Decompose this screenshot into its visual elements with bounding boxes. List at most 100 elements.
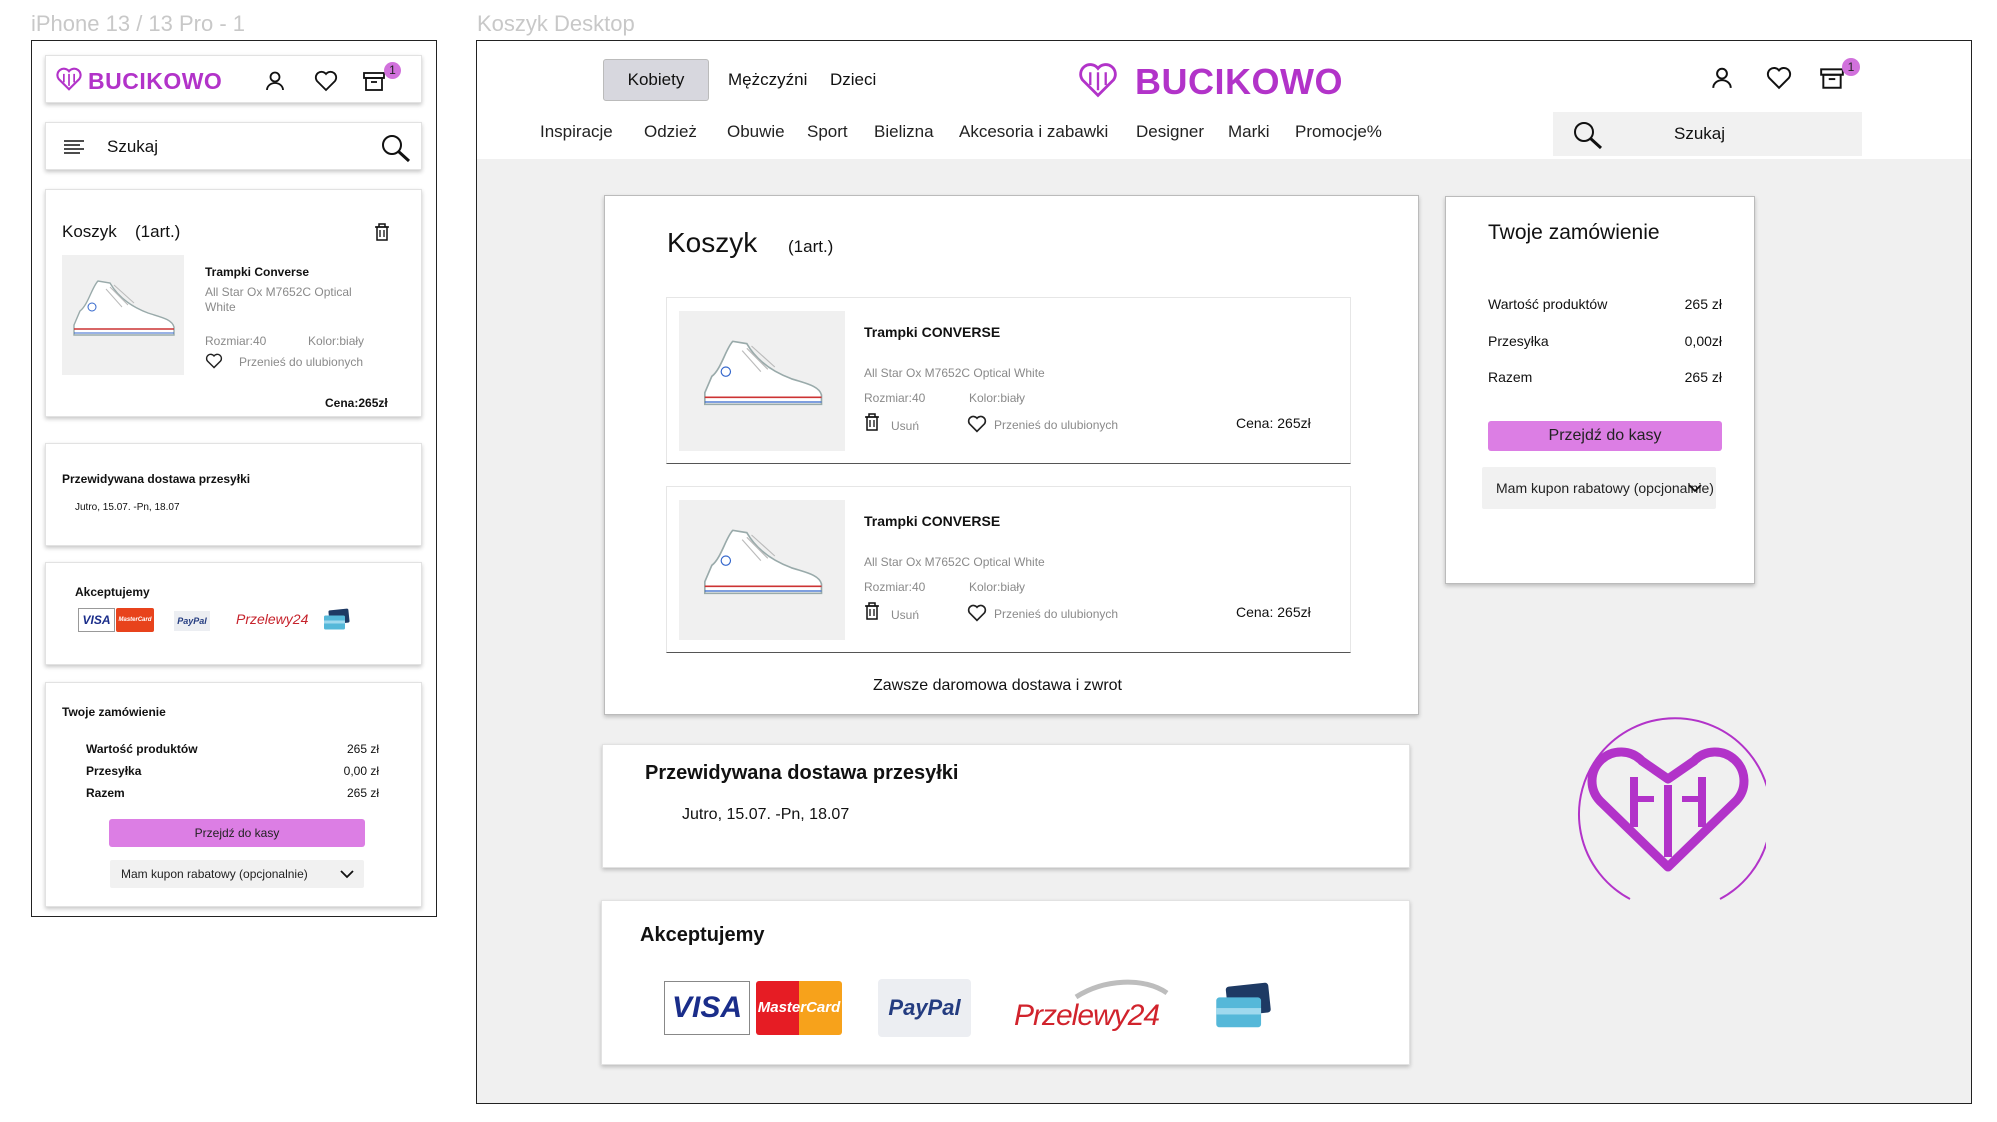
delivery-title: Przewidywana dostawa przesyłki (645, 762, 959, 784)
product-name[interactable]: Trampki CONVERSE (864, 324, 1000, 340)
tab-mezczyzni[interactable]: Mężczyźni (728, 70, 807, 90)
nav-item-akcesoria[interactable]: Akcesoria i zabawki (959, 122, 1108, 142)
mobile-search-bar[interactable]: Szukaj (45, 122, 422, 170)
desktop-delivery-card: Przewidywana dostawa przesyłki Jutro, 15… (602, 744, 1410, 868)
order-row-label: Razem (86, 786, 125, 800)
heart-icon[interactable] (967, 604, 987, 622)
order-row-value: 0,00zł (1684, 333, 1722, 349)
cart-title: Koszyk (667, 227, 758, 258)
mobile-delivery-card: Przewidywana dostawa przesyłki Jutro, 15… (45, 443, 422, 546)
product-image[interactable] (679, 311, 845, 451)
delivery-dates: Jutro, 15.07. -Pn, 18.07 (682, 806, 850, 823)
heart-icon[interactable] (314, 70, 338, 92)
product-size: Rozmiar:40 (205, 334, 267, 348)
order-row-label: Razem (1488, 369, 1533, 385)
mobile-cart-card: Koszyk (1art.) Trampki Converse All Star… (45, 189, 422, 417)
product-color: Kolor:biały (969, 580, 1026, 594)
cart-item: Trampki CONVERSE All Star Ox M7652C Opti… (666, 297, 1351, 464)
product-name[interactable]: Trampki CONVERSE (864, 513, 1000, 529)
move-to-favorites-link[interactable]: Przenieś do ulubionych (994, 607, 1118, 621)
desktop-order-card: Twoje zamówienie Wartość produktów 265 zł… (1445, 196, 1755, 584)
nav-item-marki[interactable]: Marki (1228, 122, 1270, 142)
move-to-favorites-link[interactable]: Przenieś do ulubionych (994, 418, 1118, 432)
search-icon[interactable] (380, 133, 412, 163)
sneaker-icon (73, 280, 175, 336)
delivery-title: Przewidywana dostawa przesyłki (62, 472, 251, 486)
order-row-label: Wartość produktów (86, 742, 198, 756)
order-row: Razem 265 zł (1488, 369, 1722, 385)
cart-item: Trampki CONVERSE All Star Ox M7652C Opti… (666, 486, 1351, 653)
checkout-button[interactable]: Przejdź do kasy (1488, 421, 1722, 451)
sneaker-icon (704, 529, 823, 595)
move-to-favorites-link[interactable]: Przenieś do ulubionych (239, 355, 363, 369)
nav-item-inspiracje[interactable]: Inspiracje (540, 122, 613, 142)
delivery-dates: Jutro, 15.07. -Pn, 18.07 (75, 502, 180, 513)
coupon-dropdown[interactable]: Mam kupon rabatowy (opcjonalnie) (1482, 467, 1716, 509)
nav-item-promocje[interactable]: Promocje% (1295, 122, 1382, 142)
search-placeholder[interactable]: Szukaj (107, 137, 158, 157)
przelewy24-logo: Przelewy24 (1014, 979, 1169, 1037)
trash-icon[interactable] (864, 413, 880, 431)
user-icon[interactable] (264, 70, 286, 92)
search-placeholder[interactable]: Szukaj (1674, 124, 1725, 144)
paypal-logo: PayPal (878, 979, 971, 1037)
brand-name[interactable]: BUCIKOWO (88, 68, 222, 95)
brand-name[interactable]: BUCIKOWO (1135, 61, 1343, 103)
user-icon[interactable] (1710, 66, 1734, 90)
nav-item-odziez[interactable]: Odzież (644, 122, 697, 142)
product-color: Kolor:biały (308, 334, 365, 348)
order-row: Przesyłka 0,00zł (1488, 333, 1722, 349)
product-price: Cena:265zł (325, 396, 388, 410)
nav-item-bielizna[interactable]: Bielizna (874, 122, 934, 142)
product-desc: All Star Ox M7652C Optical White (205, 285, 352, 314)
paypal-logo: PayPal (174, 611, 210, 631)
mobile-frame-label: iPhone 13 / 13 Pro - 1 (31, 11, 246, 36)
coupon-label: Mam kupon rabatowy (opcjonalnie) (1496, 480, 1714, 496)
order-row: Wartość produktów 265 zł (86, 742, 379, 756)
brand-logo-icon[interactable] (1078, 62, 1118, 98)
tab-dzieci[interactable]: Dzieci (830, 70, 876, 90)
product-price: Cena: 265zł (1236, 415, 1311, 431)
visa-logo: VISA (664, 981, 750, 1035)
order-row: Wartość produktów 265 zł (1488, 296, 1722, 312)
checkout-button[interactable]: Przejdź do kasy (109, 819, 365, 847)
heart-icon[interactable] (205, 353, 223, 369)
przelewy24-logo: Przelewy24 (236, 611, 309, 627)
desktop-search-bar[interactable]: Szukaj (1553, 112, 1862, 156)
product-name[interactable]: Trampki Converse (205, 265, 309, 279)
order-row-value: 265 zł (1684, 369, 1722, 385)
desktop-header: Kobiety Mężczyźni Dzieci BUCIKOWO 1 Insp… (477, 41, 1971, 159)
nav-item-obuwie[interactable]: Obuwie (727, 122, 785, 142)
chevron-down-icon (1688, 484, 1702, 493)
heart-icon[interactable] (1765, 66, 1793, 90)
credit-card-icon (1216, 982, 1271, 1028)
product-size: Rozmiar:40 (864, 580, 926, 594)
cart-box-icon[interactable] (1819, 66, 1845, 90)
tab-kobiety[interactable]: Kobiety (603, 59, 709, 101)
order-row: Razem 265 zł (86, 786, 379, 800)
trash-icon[interactable] (374, 223, 390, 241)
nav-item-sport[interactable]: Sport (807, 122, 848, 142)
credit-card-icon (324, 608, 350, 630)
order-row-label: Wartość produktów (1488, 296, 1608, 312)
product-image[interactable] (679, 500, 845, 640)
order-row-label: Przesyłka (86, 764, 142, 778)
mobile-order-card: Twoje zamówienie Wartość produktów 265 zł… (45, 682, 422, 907)
cart-badge: 1 (1842, 58, 1860, 76)
coupon-dropdown[interactable]: Mam kupon rabatowy (opcjonalnie) (110, 860, 364, 888)
payments-title: Akceptujemy (640, 924, 765, 946)
menu-icon[interactable] (64, 139, 84, 155)
cart-title: Koszyk (62, 222, 117, 241)
desktop-frame: Kobiety Mężczyźni Dzieci BUCIKOWO 1 Insp… (476, 40, 1972, 1104)
product-image[interactable] (62, 255, 184, 375)
order-row-value: 265 zł (346, 742, 379, 756)
nav-item-designer[interactable]: Designer (1136, 122, 1204, 142)
search-icon[interactable] (1572, 120, 1604, 150)
remove-link[interactable]: Usuń (891, 608, 919, 622)
trash-icon[interactable] (864, 602, 880, 620)
chevron-down-icon (340, 870, 354, 879)
mastercard-logo: MasterCard (756, 981, 842, 1035)
remove-link[interactable]: Usuń (891, 419, 919, 433)
heart-icon[interactable] (967, 415, 987, 433)
cart-box-icon[interactable] (362, 70, 386, 92)
